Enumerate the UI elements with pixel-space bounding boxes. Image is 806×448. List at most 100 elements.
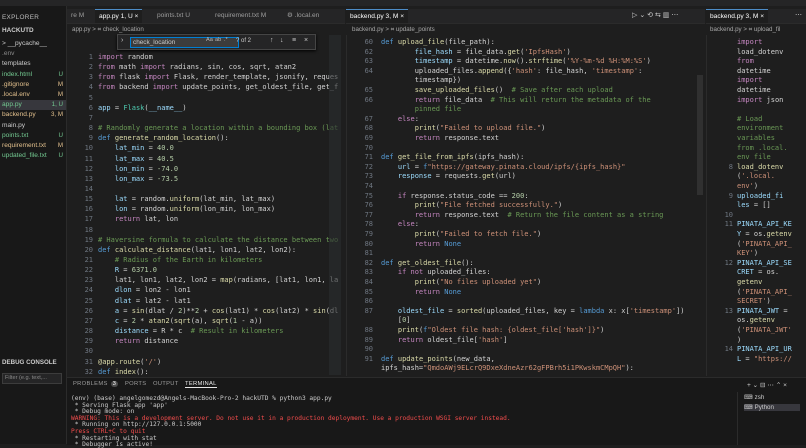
breadcrumb-mid[interactable]: backend.py > ⌗ update_points — [352, 25, 702, 34]
code-line: def generate_random_location(): — [98, 134, 229, 143]
code-line: return response.text — [414, 134, 500, 142]
whole-word-toggle[interactable]: ab — [215, 37, 221, 43]
left-tab-bar: re M app.py 1, U × points.txt U requirement… — [67, 9, 345, 24]
code-line: lon_min = -74.0 — [114, 164, 179, 173]
code-line: else: — [397, 114, 419, 123]
editor-tab[interactable]: app.py 1, U × — [95, 9, 143, 23]
left-editor[interactable]: 1 import random 2 from math import radians,… — [67, 35, 345, 376]
editor-actions[interactable]: ▷ ⌄ ⟲ ⇆ ▥ ⋯ — [632, 11, 678, 19]
editor-tab[interactable]: backend.py 3, M × — [346, 9, 409, 23]
next-match-button[interactable]: ↓ — [280, 37, 284, 44]
right-editor[interactable]: import load_dotenv from datetime import datet… — [706, 35, 806, 376]
code-line: # Radius of the Earth in kilometers — [114, 256, 263, 264]
line-number: 5 — [88, 93, 93, 102]
code-line: else: — [397, 220, 419, 229]
match-case-toggle[interactable]: Aa — [206, 37, 213, 43]
code-line: app = Flask(__name__) — [98, 103, 187, 112]
minimap — [329, 35, 341, 375]
mid-editor[interactable]: 60 def upload_file(file_path): 62 file_has… — [346, 35, 706, 376]
file-name: .gitignore — [2, 80, 30, 88]
code-line: environment — [737, 124, 784, 133]
line-number: 84 — [364, 278, 373, 286]
code-line: from flask import Flask, render_template… — [98, 73, 339, 82]
line-number: 12 — [84, 164, 93, 173]
find-menu-icon[interactable]: ≡ — [292, 37, 296, 44]
panel-tab[interactable]: PROBLEMS 3 — [73, 381, 119, 387]
line-number: 15 — [84, 195, 93, 204]
breadcrumb-left[interactable]: app.py > ⌗ check_location — [72, 25, 342, 34]
file-item[interactable]: > __pycache__ — [0, 39, 66, 49]
close-find-button[interactable]: × — [304, 37, 308, 44]
code-line: import — [737, 76, 763, 85]
editor-tab[interactable]: backend.py 3, M × — [706, 9, 769, 23]
chevron-right-icon[interactable]: › — [121, 37, 123, 44]
code-line: return None — [414, 287, 462, 296]
code-line: lat_min = 40.0 — [114, 144, 174, 153]
find-input[interactable]: check_location — [130, 37, 239, 48]
breadcrumb-right[interactable]: backend.py > ⌗ upload_fil — [710, 25, 804, 34]
code-line: datetime — [737, 86, 771, 94]
line-number: 3 — [88, 73, 93, 82]
more-actions-icon[interactable]: ⋯ — [795, 11, 802, 19]
file-item[interactable]: .gitignore M — [0, 80, 66, 90]
code-line: env file — [737, 153, 771, 162]
file-item[interactable]: backend.py 3, M — [0, 110, 66, 120]
panel-tab-label: PROBLEMS — [73, 381, 108, 387]
file-name: points.txt — [2, 131, 29, 139]
panel-actions[interactable]: + ⌄ ⊟ ⋯ ⌃ × — [747, 381, 787, 389]
line-number: 87 — [364, 306, 373, 315]
file-item[interactable]: points.txt U — [0, 131, 66, 141]
previous-match-button[interactable]: ↑ — [270, 37, 274, 44]
code-line: a = sin(dlat / 2)**2 + cos(lat1) * cos(l… — [114, 306, 339, 315]
debug-console-title: DEBUG CONSOLE — [2, 359, 57, 366]
code-line: lat = random.uniform(lat_min, lat_max) — [114, 195, 276, 204]
file-status-badge: U — [58, 152, 63, 160]
regex-toggle[interactable]: .* — [224, 37, 228, 43]
terminal-instance[interactable]: ⌨ zsh — [744, 394, 764, 401]
panel-tab-label: OUTPUT — [153, 381, 179, 387]
code-line: pinned file — [414, 105, 462, 114]
panel-tab[interactable]: TERMINAL — [185, 381, 217, 388]
code-line: variables — [737, 134, 775, 142]
line-number: 86 — [364, 297, 373, 306]
code-line: R = 6371.0 — [114, 266, 158, 275]
editor-tab[interactable]: points.txt U — [153, 9, 194, 23]
file-item[interactable]: index.html U — [0, 70, 66, 80]
line-number: 27 — [84, 316, 93, 325]
debug-filter-input[interactable]: Filter (e.g. text,... — [2, 373, 62, 384]
panel-tab[interactable]: PORTS — [125, 381, 146, 387]
file-item[interactable]: requirement.txt M — [0, 141, 66, 151]
code-line: from math import radians, sin, cos, sqrt… — [98, 63, 297, 72]
terminal-instance[interactable]: ⌨ Python — [744, 404, 800, 411]
file-item[interactable]: app.py 1, U — [0, 100, 66, 111]
file-status-badge: U — [58, 131, 63, 139]
editor-tab[interactable]: re M — [67, 9, 88, 23]
file-item[interactable]: .local.env M — [0, 90, 66, 100]
file-status-badge: 1, U — [51, 101, 63, 109]
file-item[interactable]: updated_file.txt U — [0, 151, 66, 161]
line-number: 17 — [84, 215, 93, 224]
scrollbar-thumb[interactable] — [697, 75, 703, 195]
file-item[interactable]: .env — [0, 49, 66, 59]
line-number: 2 — [88, 63, 93, 72]
file-item[interactable]: templates — [0, 59, 66, 69]
file-status-badge: M — [57, 142, 63, 149]
file-item[interactable]: main.py — [0, 121, 66, 131]
line-number: 69 — [364, 134, 373, 142]
code-line: uploaded_fi — [737, 191, 784, 200]
line-number: 19 — [84, 235, 93, 244]
editor-tab[interactable]: ⚙ .local.en — [283, 9, 323, 23]
code-line: @app.route('/') — [98, 357, 162, 366]
line-number: 22 — [84, 266, 93, 275]
code-line: lat1, lon1, lat2, lon2 = map(radians, [l… — [98, 276, 339, 285]
line-number: 9 — [88, 134, 93, 143]
line-number: 88 — [364, 326, 373, 334]
explorer-header: EXPLORER — [2, 14, 40, 21]
editor-tab[interactable]: requirement.txt M — [211, 9, 270, 23]
panel-tab[interactable]: OUTPUT — [153, 381, 179, 387]
workspace-folder[interactable]: HACKUTD — [2, 27, 34, 34]
code-line: if response.status_code == 200: — [397, 191, 529, 200]
line-number: 4 — [88, 83, 93, 92]
line-number: 6 — [88, 103, 93, 112]
line-number: 62 — [364, 47, 373, 56]
